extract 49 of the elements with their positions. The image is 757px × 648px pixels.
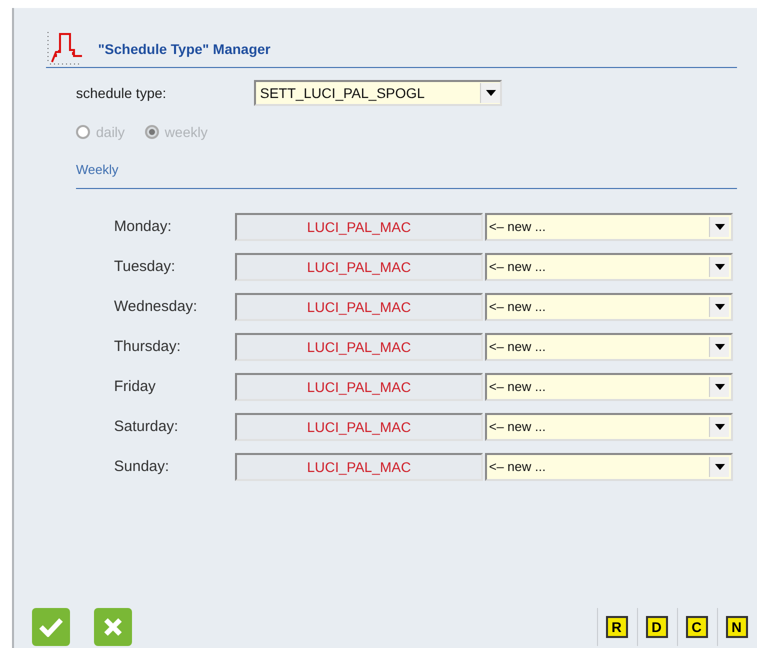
letter-button[interactable]: N	[726, 616, 748, 638]
profile-dropdown[interactable]: <– new ...	[485, 293, 733, 321]
schedule-type-label: schedule type:	[76, 84, 168, 103]
radio-label: daily	[96, 122, 125, 142]
day-label: Wednesday:	[114, 296, 198, 317]
day-label: Sunday:	[114, 456, 170, 477]
profile-dropdown[interactable]: <– new ...	[485, 333, 733, 361]
profile-dropdown[interactable]: <– new ...	[485, 453, 733, 481]
profile-field: LUCI_PAL_MAC	[235, 453, 483, 481]
profile-dropdown[interactable]: <– new ...	[485, 253, 733, 281]
profile-dropdown[interactable]: <– new ...	[485, 213, 733, 241]
caret-down-icon	[714, 344, 724, 350]
profile-dropdown[interactable]: <– new ...	[485, 373, 733, 401]
close-icon	[103, 617, 123, 637]
radio-label: weekly	[164, 122, 208, 142]
dropdown-arrow-button[interactable]	[709, 257, 729, 277]
letter-button[interactable]: R	[606, 616, 628, 638]
profile-field: LUCI_PAL_MAC	[235, 253, 483, 281]
caret-down-icon	[714, 224, 724, 230]
caret-down-icon	[714, 384, 724, 390]
letter-button[interactable]: D	[646, 616, 668, 638]
dropdown-arrow-button[interactable]	[709, 417, 729, 437]
profile-field: LUCI_PAL_MAC	[235, 213, 483, 241]
day-label: Saturday:	[114, 416, 180, 437]
dropdown-arrow-button[interactable]	[480, 83, 500, 103]
caret-down-icon	[714, 304, 724, 310]
caret-down-icon	[714, 424, 724, 430]
window-title: "Schedule Type" Manager	[98, 40, 271, 59]
caret-down-icon	[714, 264, 724, 270]
day-label: Friday	[114, 376, 157, 397]
section-title: Weekly	[76, 162, 118, 177]
letter-button[interactable]: C	[686, 616, 708, 638]
caret-down-icon	[714, 464, 724, 470]
dropdown-arrow-button[interactable]	[709, 377, 729, 397]
schedule-type-dropdown[interactable]: SETT_LUCI_PAL_SPOGL	[254, 80, 502, 106]
day-label: Tuesday:	[114, 256, 176, 277]
dropdown-arrow-button[interactable]	[709, 457, 729, 477]
profile-field: LUCI_PAL_MAC	[235, 373, 483, 401]
checkmark-icon	[39, 617, 63, 637]
profile-field: LUCI_PAL_MAC	[235, 293, 483, 321]
profile-field: LUCI_PAL_MAC	[235, 333, 483, 361]
caret-down-icon	[486, 90, 496, 96]
dropdown-arrow-button[interactable]	[709, 217, 729, 237]
dropdown-arrow-button[interactable]	[709, 337, 729, 357]
day-label: Thursday:	[114, 336, 182, 357]
dropdown-arrow-button[interactable]	[709, 297, 729, 317]
profile-field: LUCI_PAL_MAC	[235, 413, 483, 441]
day-label: Monday:	[114, 216, 173, 237]
profile-dropdown[interactable]: <– new ...	[485, 413, 733, 441]
